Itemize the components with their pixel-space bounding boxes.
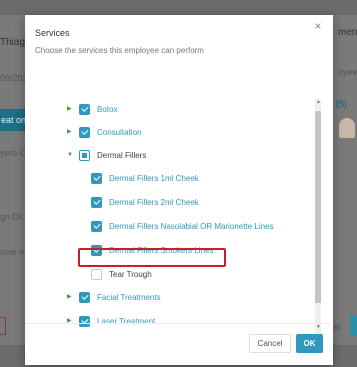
- modal-subtitle: Choose the services this employee can pe…: [35, 46, 204, 55]
- cancel-button[interactable]: Cancel: [249, 334, 291, 353]
- services-tree: ▶ Botox ▶ Consultation ▼ Dermal Fillers Dermal…: [25, 75, 323, 337]
- caret-right-icon[interactable]: ▶: [67, 293, 74, 301]
- service-label[interactable]: Consultation: [97, 128, 141, 137]
- scroll-thumb[interactable]: [315, 111, 321, 303]
- service-row[interactable]: Dermal Fillers Nasolabial OR Marionette …: [91, 216, 274, 236]
- service-checkbox[interactable]: [79, 291, 90, 303]
- background-right-count: (5): [336, 99, 347, 109]
- service-checkbox[interactable]: [91, 172, 102, 184]
- service-row[interactable]: Dermal Fillers 2ml Cheek: [91, 192, 199, 212]
- caret-down-icon[interactable]: ▼: [67, 151, 74, 159]
- background-right-placeholder: oyee Na: [338, 67, 357, 77]
- service-label[interactable]: Dermal Fillers Nasolabial OR Marionette …: [109, 222, 274, 231]
- service-row[interactable]: Dermal Fillers 1ml Cheek: [91, 168, 199, 188]
- footer-divider: [25, 323, 333, 324]
- tear-trough-highlight: [78, 248, 226, 267]
- service-checkbox[interactable]: [79, 149, 90, 161]
- ok-button[interactable]: OK: [296, 334, 323, 353]
- scroll-down-icon[interactable]: ▼: [316, 325, 321, 330]
- service-checkbox[interactable]: [91, 196, 102, 208]
- service-label[interactable]: Dermal Fillers 1ml Cheek: [109, 174, 199, 183]
- background-left-panel: [0, 15, 26, 345]
- modal-title: Services: [35, 28, 70, 38]
- service-row[interactable]: ▶ Facial Treatments: [67, 287, 161, 307]
- service-row[interactable]: ▶ Botox: [67, 99, 117, 119]
- service-checkbox[interactable]: [91, 220, 102, 232]
- background-placeholder-2: gn Dr.: [0, 212, 25, 222]
- service-label[interactable]: Dermal Fillers 2ml Cheek: [109, 198, 199, 207]
- close-icon[interactable]: ×: [312, 20, 324, 32]
- background-placeholder: yers Cl: [0, 148, 29, 158]
- service-row[interactable]: ▶ Laser Treatment: [67, 311, 155, 331]
- background-delete-button: [0, 317, 6, 335]
- scroll-up-icon[interactable]: ▲: [316, 100, 321, 105]
- service-label[interactable]: Tear Trough: [109, 270, 152, 279]
- service-label[interactable]: Facial Treatments: [97, 293, 161, 302]
- background-date: 09/202: [0, 73, 28, 83]
- service-row[interactable]: Tear Trough: [91, 264, 152, 284]
- service-checkbox[interactable]: [79, 126, 90, 138]
- service-row[interactable]: ▶ Consultation: [67, 122, 141, 142]
- background-cancel-text: el: [334, 322, 342, 332]
- background-right-title: ment: [338, 27, 357, 38]
- scrollbar[interactable]: ▲ ▼: [315, 99, 321, 335]
- background-ok-button: [350, 315, 357, 335]
- service-checkbox[interactable]: [79, 103, 90, 115]
- service-checkbox[interactable]: [91, 268, 102, 280]
- service-label[interactable]: Botox: [97, 105, 117, 114]
- avatar: [339, 118, 355, 138]
- service-row[interactable]: ▼ Dermal Fillers: [67, 145, 146, 165]
- service-label[interactable]: Laser Treatment: [97, 317, 155, 326]
- caret-right-icon[interactable]: ▶: [67, 128, 74, 136]
- service-label[interactable]: Dermal Fillers: [97, 151, 146, 160]
- services-modal: Services Choose the services this employ…: [25, 15, 333, 365]
- caret-right-icon[interactable]: ▶: [67, 105, 74, 113]
- background-right-panel: [333, 15, 357, 345]
- background-new-text: new n: [0, 247, 25, 257]
- service-checkbox[interactable]: [79, 315, 90, 327]
- background-button: eat on: [0, 109, 26, 131]
- background-employee-name: Thiag: [0, 37, 26, 48]
